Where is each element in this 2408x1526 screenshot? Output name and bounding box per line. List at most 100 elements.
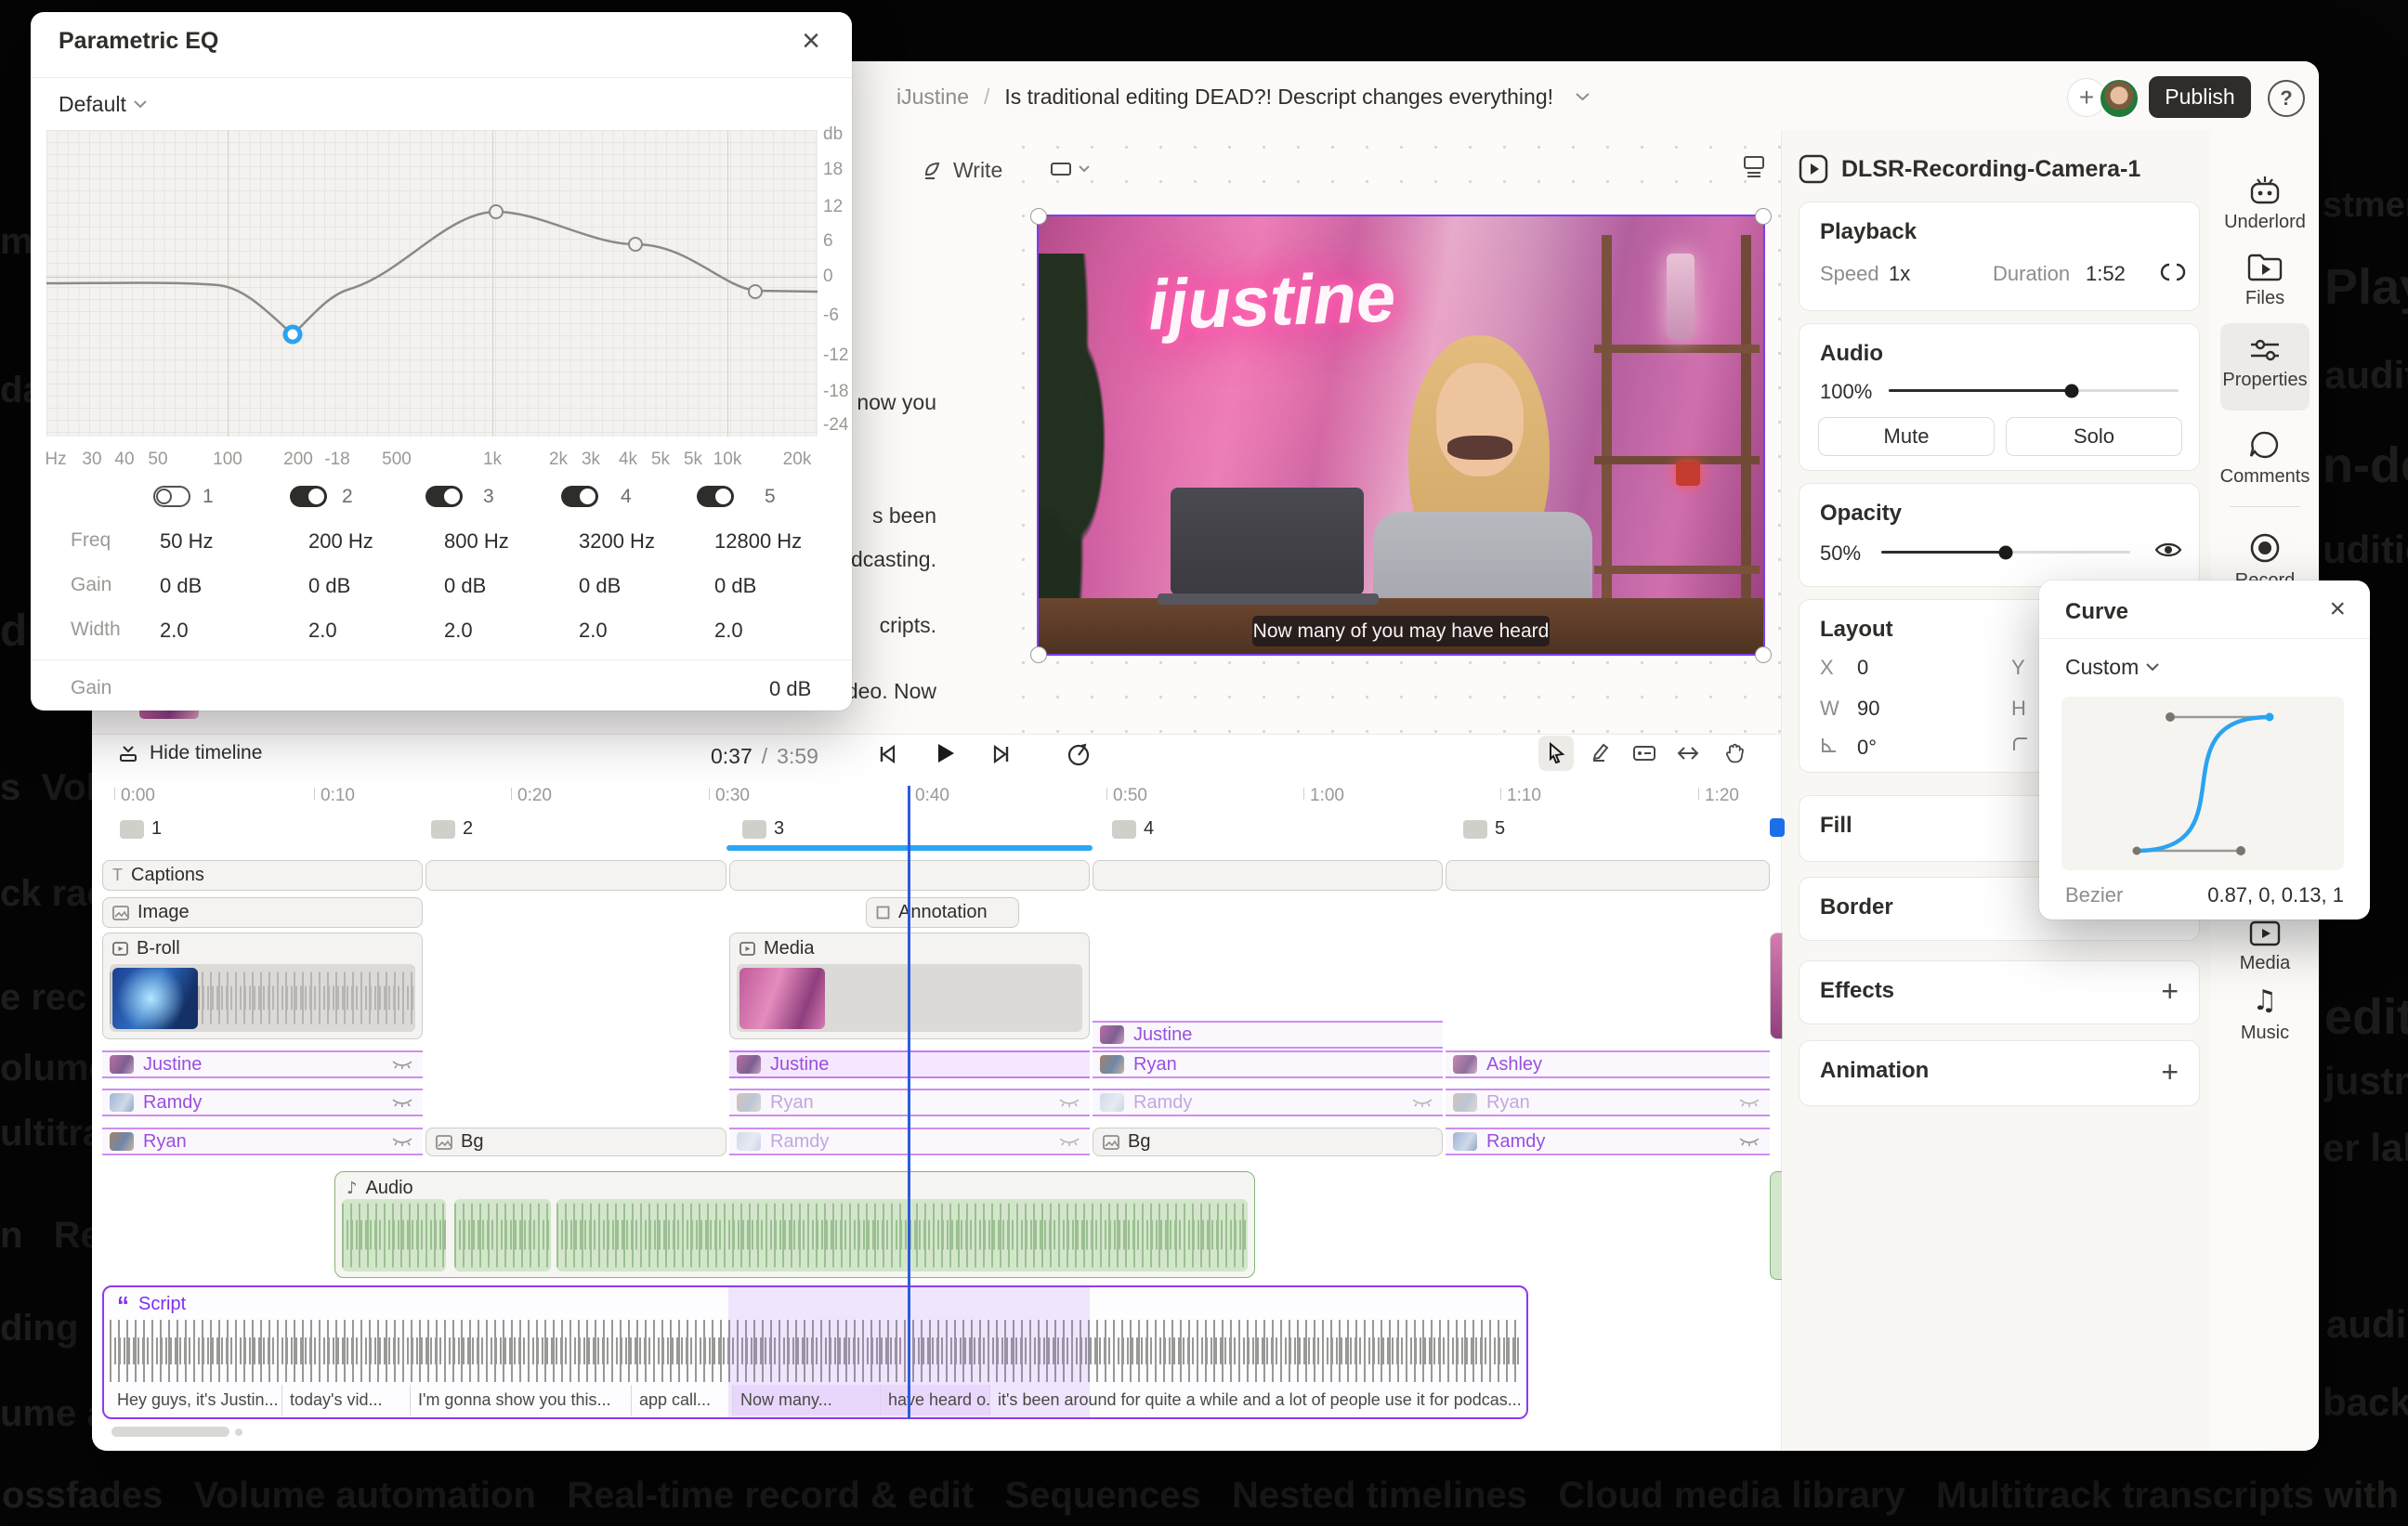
mute-button[interactable]: Mute xyxy=(1818,417,1995,456)
volume-slider[interactable] xyxy=(1889,389,2179,392)
eye-icon[interactable] xyxy=(2154,540,2182,560)
rotation-value[interactable]: 0° xyxy=(1857,736,1877,760)
speaker-clip[interactable]: Ramdy xyxy=(1093,1089,1443,1116)
publish-button[interactable]: Publish xyxy=(2149,76,2251,118)
eq-width-value[interactable]: 2.0 xyxy=(714,619,743,643)
script-segment[interactable]: Hey guys, it's Justin... xyxy=(110,1385,282,1415)
eq-freq-value[interactable]: 50 Hz xyxy=(160,529,213,554)
playback-speed-icon[interactable] xyxy=(1066,741,1092,767)
rail-item-files[interactable]: Files xyxy=(2211,251,2319,309)
skip-forward-button[interactable] xyxy=(989,742,1014,766)
eq-width-value[interactable]: 2.0 xyxy=(444,619,473,643)
eq-width-value[interactable]: 2.0 xyxy=(160,619,189,643)
eye-closed-icon[interactable] xyxy=(391,1097,413,1108)
hide-timeline-button[interactable]: Hide timeline xyxy=(118,742,262,764)
skip-back-button[interactable] xyxy=(875,742,899,766)
scene-chip[interactable]: 4 xyxy=(1112,818,1154,840)
audio-clip-partial[interactable] xyxy=(1770,1171,1782,1280)
speaker-clip[interactable]: Ryan xyxy=(1093,1050,1443,1078)
w-value[interactable]: 90 xyxy=(1857,697,1879,721)
selection-handle[interactable] xyxy=(1755,208,1772,225)
duration-value[interactable]: 1:52 xyxy=(2086,262,2126,286)
eye-closed-icon[interactable] xyxy=(391,1136,413,1147)
bezier-editor[interactable] xyxy=(2061,697,2344,870)
speaker-clip[interactable]: Justine xyxy=(1093,1021,1443,1049)
script-segment[interactable]: it's been around for quite a while and a… xyxy=(990,1385,1520,1415)
effects-card[interactable]: Effects + xyxy=(1799,960,2200,1024)
display-icon[interactable] xyxy=(1742,154,1766,178)
scene-chip[interactable]: 3 xyxy=(742,818,784,840)
help-button[interactable]: ? xyxy=(2268,80,2305,117)
speaker-clip[interactable]: Ashley xyxy=(1446,1050,1770,1078)
label-tool[interactable] xyxy=(1627,736,1662,771)
eq-gain-value[interactable]: 0 dB xyxy=(308,574,350,598)
add-effect-button[interactable]: + xyxy=(2161,974,2179,1009)
eye-closed-icon[interactable] xyxy=(1411,1097,1433,1108)
timeline-scrollbar[interactable] xyxy=(111,1427,229,1437)
play-button[interactable] xyxy=(933,741,957,765)
bezier-value[interactable]: 0.87, 0, 0.13, 1 xyxy=(2207,883,2344,907)
scene-chip-selected[interactable] xyxy=(1770,818,1785,837)
range-tool[interactable] xyxy=(1583,736,1618,771)
script-segment[interactable]: have heard o... xyxy=(881,1385,990,1415)
selection-handle[interactable] xyxy=(1755,646,1772,663)
captions-clip[interactable] xyxy=(425,860,726,891)
eq-band-toggle[interactable] xyxy=(290,486,327,507)
close-icon[interactable]: × xyxy=(802,25,820,57)
eq-width-value[interactable]: 2.0 xyxy=(308,619,337,643)
image-clip[interactable]: Image xyxy=(102,897,423,928)
speaker-clip[interactable]: Ryan xyxy=(1446,1089,1770,1116)
loop-icon[interactable] xyxy=(2160,262,2186,282)
eq-preset-dropdown[interactable]: Default xyxy=(59,92,147,117)
eq-gain-value[interactable]: 0 dB xyxy=(160,574,202,598)
rail-item-media[interactable]: Media xyxy=(2211,920,2319,974)
selection-handle[interactable] xyxy=(1030,646,1047,663)
rail-item-comments[interactable]: Comments xyxy=(2211,429,2319,488)
audio-track-group[interactable]: ♪ Audio xyxy=(334,1171,1255,1278)
eq-master-gain-value[interactable]: 0 dB xyxy=(769,677,811,701)
scene-chip[interactable]: 1 xyxy=(120,818,162,840)
script-segment[interactable]: today's vid... xyxy=(282,1385,411,1415)
eq-band-toggle[interactable] xyxy=(561,486,598,507)
hand-tool[interactable] xyxy=(1717,736,1752,771)
eye-closed-icon[interactable] xyxy=(1738,1097,1760,1108)
x-value[interactable]: 0 xyxy=(1857,656,1868,680)
write-button[interactable]: Write xyxy=(922,158,1002,183)
breadcrumb-project[interactable]: iJustine xyxy=(896,85,969,110)
eq-freq-value[interactable]: 12800 Hz xyxy=(714,529,802,554)
eye-closed-icon[interactable] xyxy=(1738,1136,1760,1147)
speed-value[interactable]: 1x xyxy=(1889,262,1910,286)
captions-clip[interactable] xyxy=(1093,860,1443,891)
eq-band-toggle[interactable] xyxy=(153,486,190,507)
eq-width-value[interactable]: 2.0 xyxy=(579,619,608,643)
broll-clip-partial[interactable] xyxy=(1770,933,1783,1039)
selection-handle[interactable] xyxy=(1030,208,1047,225)
eye-closed-icon[interactable] xyxy=(1058,1136,1080,1147)
page-title[interactable]: Is traditional editing DEAD?! Descript c… xyxy=(1004,85,1553,110)
opacity-slider[interactable] xyxy=(1881,551,2130,554)
scene-chip[interactable]: 5 xyxy=(1463,818,1505,840)
eye-closed-icon[interactable] xyxy=(1058,1097,1080,1108)
bg-clip[interactable]: Bg xyxy=(425,1128,726,1156)
audio-clip[interactable] xyxy=(454,1199,551,1272)
animation-card[interactable]: Animation + xyxy=(1799,1040,2200,1106)
curve-preset-dropdown[interactable]: Custom xyxy=(2065,655,2159,680)
rail-item-properties[interactable]: Properties xyxy=(2211,336,2319,391)
avatar[interactable] xyxy=(2099,78,2140,119)
speaker-clip[interactable]: Ryan xyxy=(102,1128,423,1155)
script-segment[interactable]: I'm gonna show you this... xyxy=(411,1385,632,1415)
speaker-clip[interactable]: Justine xyxy=(102,1050,423,1078)
eq-gain-value[interactable]: 0 dB xyxy=(444,574,486,598)
eq-band-toggle[interactable] xyxy=(697,486,734,507)
bg-clip[interactable]: Bg xyxy=(1093,1128,1443,1156)
eq-band-toggle[interactable] xyxy=(425,486,463,507)
script-track[interactable]: “ Script Hey guys, it's Justin... today'… xyxy=(102,1285,1528,1419)
layout-selector[interactable] xyxy=(1040,154,1100,184)
timeline-ruler[interactable]: 0:00 0:10 0:20 0:30 0:40 0:50 1:00 1:10 … xyxy=(92,786,1781,810)
captions-clip[interactable]: T Captions xyxy=(102,860,423,891)
scene-chip[interactable]: 2 xyxy=(431,818,473,840)
broll-clip[interactable]: B-roll xyxy=(102,933,423,1039)
script-segment[interactable]: app call... xyxy=(632,1385,733,1415)
playhead[interactable] xyxy=(908,786,910,1419)
audio-clip[interactable] xyxy=(342,1199,446,1272)
